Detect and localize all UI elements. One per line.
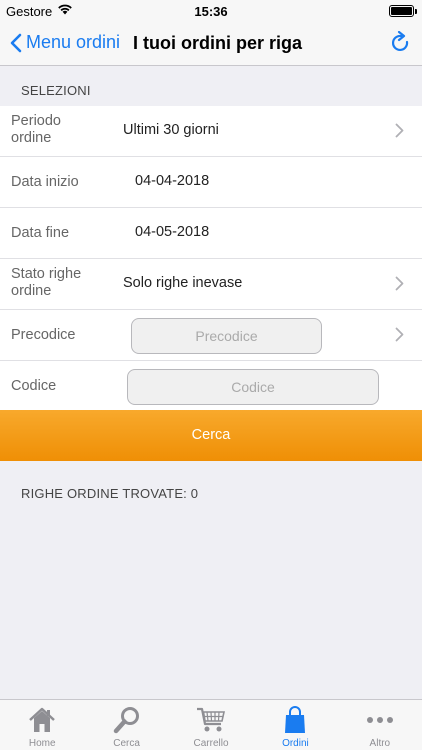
section-header-selezioni: SELEZIONI [21,83,91,98]
stato-righe-ordine-value: Solo righe inevase [123,275,243,291]
page-title: I tuoi ordini per riga [133,33,303,53]
codice-label: Codice [11,378,57,394]
results-count: RIGHE ORDINE TROVATE: 0 [21,486,199,501]
tab-carrello[interactable]: Carrello [169,700,253,750]
cart-icon [197,707,226,732]
tab-ordini[interactable]: Ordini [253,700,337,750]
tab-bar: Home Cerca Carrello Ordini Altro [0,699,422,750]
chevron-left-icon [10,33,22,52]
chevron-right-icon [395,123,404,138]
data-fine-label: Data fine [11,225,70,241]
row-periodo-ordine[interactable]: Periodo ordine Ultimi 30 giorni [0,106,422,157]
clock: 15:36 [194,4,228,19]
tab-altro[interactable]: Altro [338,700,422,750]
precodice-input[interactable] [131,318,322,354]
periodo-ordine-value: Ultimi 30 giorni [123,122,219,138]
data-fine-value: 04-05-2018 [135,224,210,240]
tab-cerca-label: Cerca [113,738,140,749]
stato-righe-ordine-label: Stato righe ordine [11,266,82,299]
cerca-button[interactable]: Cerca [0,410,422,461]
bag-icon [285,706,306,733]
row-data-fine[interactable]: Data fine 04-05-2018 [0,208,422,259]
tab-carrello-label: Carrello [193,738,229,749]
chevron-right-icon[interactable] [395,327,404,342]
data-inizio-value: 04-04-2018 [135,173,210,189]
tab-home[interactable]: Home [0,700,84,750]
codice-input[interactable] [127,369,379,405]
tab-altro-label: Altro [369,738,391,749]
filter-form: Periodo ordine Ultimi 30 giorni Data ini… [0,106,422,412]
tab-cerca[interactable]: Cerca [84,700,168,750]
data-inizio-label: Data inizio [11,174,79,190]
refresh-button[interactable] [390,30,412,60]
status-bar: Gestore 15:36 [0,0,422,22]
navigation-bar: Menu ordini I tuoi ordini per riga [0,22,422,66]
precodice-label: Precodice [11,327,76,343]
battery-icon [389,5,417,17]
refresh-icon [392,30,409,51]
chevron-right-icon [395,276,404,291]
tab-home-label: Home [28,738,56,749]
more-icon [366,717,393,723]
back-button-label: Menu ordini [26,32,121,52]
row-stato-righe-ordine[interactable]: Stato righe ordine Solo righe inevase [0,259,422,310]
row-data-inizio[interactable]: Data inizio 04-04-2018 [0,157,422,208]
tab-ordini-label: Ordini [282,738,309,749]
home-icon [29,707,56,732]
row-precodice: Precodice [0,310,422,361]
search-icon [113,707,139,734]
periodo-ordine-label: Periodo ordine [11,113,61,146]
back-button[interactable]: Menu ordini [10,32,120,53]
row-codice: Codice [0,361,422,412]
